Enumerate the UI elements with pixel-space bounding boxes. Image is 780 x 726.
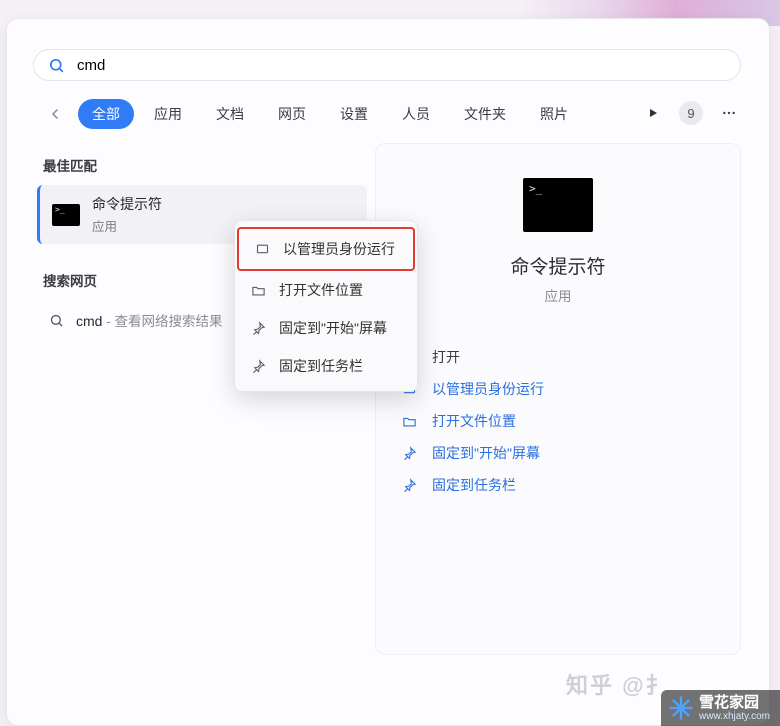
brand-url: www.xhjaty.com [699,712,770,722]
cmd-thumbnail-icon [52,204,80,226]
ctx-pin-start[interactable]: 固定到"开始"屏幕 [235,309,417,347]
action-pin-taskbar[interactable]: 固定到任务栏 [400,469,716,501]
ctx-open-location[interactable]: 打开文件位置 [235,271,417,309]
ctx-label: 固定到"开始"屏幕 [279,318,387,338]
ctx-label: 打开文件位置 [279,280,363,300]
action-label: 固定到"开始"屏幕 [432,443,540,463]
action-label: 以管理员身份运行 [432,379,544,399]
app-large-thumbnail-icon [523,178,593,232]
best-match-subtitle: 应用 [92,216,162,235]
filter-chip-photos[interactable]: 照片 [526,99,582,129]
action-label: 打开文件位置 [432,411,516,431]
ctx-label: 固定到任务栏 [279,356,363,376]
toolbar-right: 9 [639,99,743,127]
notification-badge[interactable]: 9 [679,101,703,125]
folder-icon [400,414,418,429]
detail-title: 命令提示符 [400,252,716,279]
pin-icon [400,478,418,493]
detail-type: 应用 [400,285,716,305]
action-open-location[interactable]: 打开文件位置 [400,405,716,437]
watermark-zhihu: 知乎 @扌 [566,668,670,700]
web-search-text: cmd - 查看网络搜索结果 [76,310,222,331]
ctx-label: 以管理员身份运行 [283,239,395,259]
search-icon [49,313,64,328]
search-panel: 全部 应用 文档 网页 设置 人员 文件夹 照片 9 最佳匹配 命令提示符 应用… [6,18,770,726]
context-menu: 以管理员身份运行 打开文件位置 固定到"开始"屏幕 固定到任务栏 [234,220,418,392]
filter-chip-web[interactable]: 网页 [264,99,320,129]
search-icon [48,57,65,74]
ctx-pin-taskbar[interactable]: 固定到任务栏 [235,347,417,385]
pin-icon [400,446,418,461]
action-open[interactable]: 打开 [400,341,716,373]
filter-chip-folders[interactable]: 文件夹 [450,99,520,129]
snowflake-icon [667,694,695,722]
pin-icon [249,321,267,336]
action-label: 打开 [432,347,460,367]
action-label: 固定到任务栏 [432,475,516,495]
brand-name: 雪花家园 [699,695,770,710]
ctx-run-as-admin[interactable]: 以管理员身份运行 [237,227,415,271]
filter-chip-settings[interactable]: 设置 [326,99,382,129]
watermark-brand: 雪花家园 www.xhjaty.com [661,690,780,726]
best-match-title: 命令提示符 [92,194,162,214]
play-button[interactable] [639,99,667,127]
pin-icon [249,359,267,374]
detail-pane: 命令提示符 应用 打开 以管理员身份运行 打开文件位置 [375,143,741,655]
filter-chip-people[interactable]: 人员 [388,99,444,129]
section-title-best-match: 最佳匹配 [43,155,367,175]
filter-row: 全部 应用 文档 网页 设置 人员 文件夹 照片 [42,97,741,131]
folder-icon [249,283,267,298]
best-match-texts: 命令提示符 应用 [92,194,162,235]
filter-chip-all[interactable]: 全部 [78,99,134,129]
action-pin-start[interactable]: 固定到"开始"屏幕 [400,437,716,469]
back-button[interactable] [42,100,70,128]
admin-shield-icon [253,242,271,257]
detail-actions: 打开 以管理员身份运行 打开文件位置 固定到"开始"屏幕 [400,341,716,501]
filter-chip-apps[interactable]: 应用 [140,99,196,129]
filter-chip-docs[interactable]: 文档 [202,99,258,129]
search-input[interactable] [77,57,726,74]
more-button[interactable] [715,99,743,127]
search-bar[interactable] [33,49,741,81]
action-run-as-admin[interactable]: 以管理员身份运行 [400,373,716,405]
